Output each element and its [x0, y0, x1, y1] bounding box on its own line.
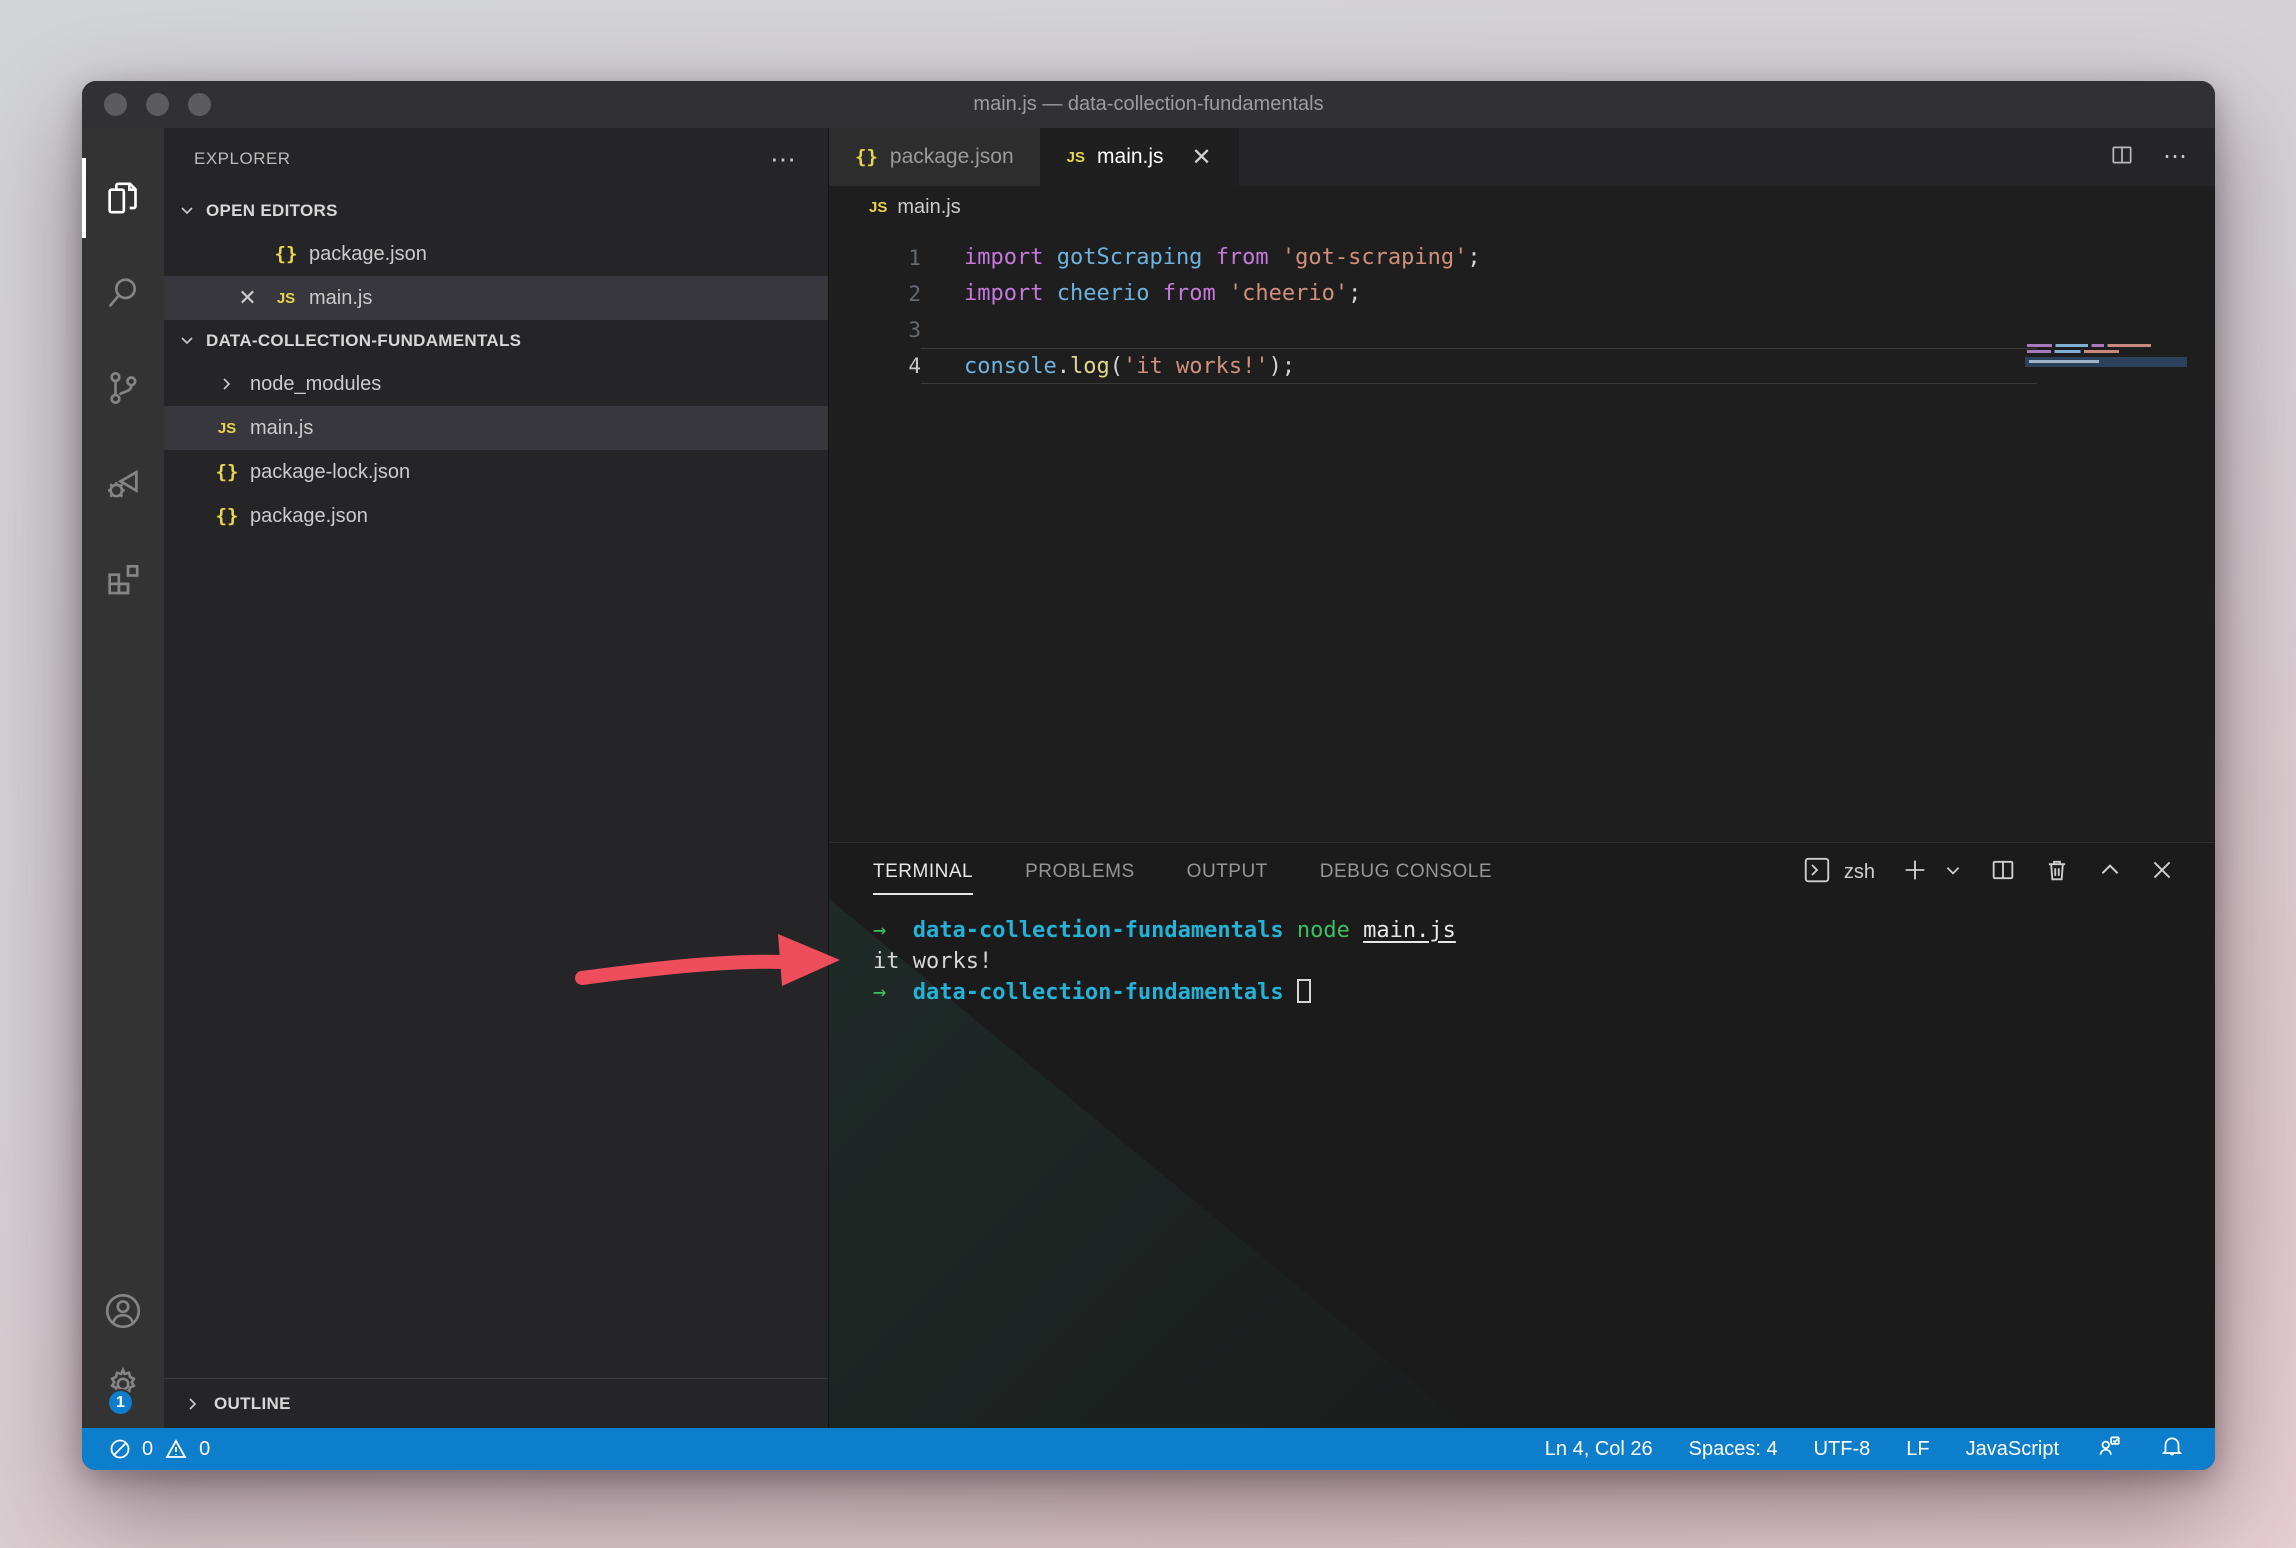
feedback-icon[interactable]: [2095, 1433, 2123, 1465]
errors-count: 0: [142, 1438, 153, 1461]
file-label: package.json: [309, 243, 427, 266]
file-label: package-lock.json: [250, 461, 410, 484]
status-item[interactable]: Ln 4, Col 26: [1545, 1438, 1653, 1461]
run-debug-icon[interactable]: [82, 435, 164, 530]
tab-label: package.json: [890, 145, 1014, 169]
errors-icon: [108, 1437, 132, 1461]
terminal-line: → data-collection-fundamentals node main…: [873, 915, 2215, 946]
json-icon: {}: [216, 461, 239, 483]
json-icon: {}: [275, 243, 298, 265]
tree-item-package.json[interactable]: {} package.json: [164, 494, 828, 538]
explorer-sidebar: EXPLORER ⋯ OPEN EDITORS {} package.json ✕ J…: [164, 128, 829, 1428]
shell-label[interactable]: zsh: [1844, 861, 1875, 884]
line-number: 4: [829, 348, 921, 384]
status-item[interactable]: UTF-8: [1814, 1438, 1871, 1461]
status-item[interactable]: JavaScript: [1966, 1438, 2059, 1461]
file-label: main.js: [250, 417, 313, 440]
tab-bar: {} package.json JS main.js ✕ ⋯: [829, 128, 2215, 186]
open-editors-header[interactable]: OPEN EDITORS: [164, 190, 828, 232]
maximize-panel-icon[interactable]: [2097, 857, 2123, 888]
settings-badge: 1: [107, 1389, 134, 1416]
line-number: 1: [829, 240, 921, 276]
split-editor-icon[interactable]: [2109, 142, 2135, 173]
js-icon: JS: [218, 420, 236, 437]
kill-terminal-icon[interactable]: [2043, 856, 2071, 889]
minimap[interactable]: [2025, 340, 2187, 374]
split-terminal-icon[interactable]: [1989, 856, 2017, 889]
code-editor[interactable]: 1import gotScraping from 'got-scraping';…: [829, 228, 2215, 842]
views-actions-icon[interactable]: ⋯: [770, 154, 798, 164]
source-control-icon[interactable]: [82, 340, 164, 435]
terminal-line: it works!: [873, 946, 2215, 977]
terminal-dropdown-icon[interactable]: [1943, 860, 1963, 885]
tab-main.js[interactable]: JS main.js ✕: [1041, 128, 1239, 186]
breadcrumb-file: main.js: [897, 196, 960, 219]
search-icon[interactable]: [82, 245, 164, 340]
breadcrumb[interactable]: JS main.js: [829, 186, 2215, 228]
js-icon: JS: [277, 290, 295, 307]
terminal-cursor: [1297, 979, 1311, 1003]
js-icon: JS: [1067, 149, 1085, 166]
status-item[interactable]: LF: [1906, 1438, 1929, 1461]
status-bar: 0 0 Ln 4, Col 26 Spaces: 4 UTF-8 LF JavaScri…: [82, 1428, 2215, 1470]
traffic-lights: [104, 93, 211, 116]
explorer-icon[interactable]: [82, 150, 164, 245]
close-panel-icon[interactable]: [2149, 857, 2175, 888]
panel-tab-output[interactable]: OUTPUT: [1187, 843, 1268, 901]
notifications-bell-icon[interactable]: [2159, 1433, 2185, 1465]
tree-item-main.js[interactable]: JS main.js: [164, 406, 828, 450]
code-line-4[interactable]: 4console.log('it works!');: [829, 348, 2215, 384]
accounts-icon[interactable]: [102, 1290, 144, 1337]
titlebar: main.js — data-collection-fundamentals: [82, 81, 2215, 128]
activity-bar: 1: [82, 128, 164, 1428]
outline-section-header[interactable]: OUTLINE: [164, 1378, 828, 1428]
status-item[interactable]: Spaces: 4: [1689, 1438, 1778, 1461]
code-line-2[interactable]: 2import cheerio from 'cheerio';: [829, 276, 2215, 312]
settings-gear-icon[interactable]: 1: [102, 1363, 144, 1410]
editor-group: {}package.jsonJSmain.js✕ ⋯ JS main.js 1i…: [829, 128, 2215, 1428]
warnings-count: 0: [199, 1438, 210, 1461]
file-label: main.js: [309, 287, 372, 310]
window-title: main.js — data-collection-fundamentals: [973, 93, 1323, 116]
problems-status[interactable]: 0 0: [108, 1437, 210, 1461]
line-number: 3: [829, 312, 921, 348]
chevron-right-icon: [218, 375, 236, 393]
desktop: main.js — data-collection-fundamentals: [0, 0, 2296, 1548]
panel-tab-debug-console[interactable]: DEBUG CONSOLE: [1320, 843, 1492, 901]
code-line-1[interactable]: 1import gotScraping from 'got-scraping';: [829, 240, 2215, 276]
close-window-button[interactable]: [104, 93, 127, 116]
open-editor-item-package.json[interactable]: {} package.json: [164, 232, 828, 276]
tab-package.json[interactable]: {} package.json: [829, 128, 1041, 186]
line-number: 2: [829, 276, 921, 312]
extensions-icon[interactable]: [82, 530, 164, 625]
file-label: package.json: [250, 505, 368, 528]
new-terminal-icon[interactable]: [1901, 856, 1929, 889]
file-label: node_modules: [250, 373, 381, 396]
sidebar-title: EXPLORER: [194, 149, 291, 169]
minimize-window-button[interactable]: [146, 93, 169, 116]
warnings-icon: [163, 1437, 189, 1461]
vscode-window: main.js — data-collection-fundamentals: [82, 81, 2215, 1470]
code-line-3[interactable]: 3: [829, 312, 2215, 348]
close-tab-icon[interactable]: ✕: [1192, 143, 1212, 172]
json-icon: {}: [216, 505, 239, 527]
terminal-line: → data-collection-fundamentals: [873, 977, 2215, 1008]
json-icon: {}: [855, 146, 878, 168]
close-icon[interactable]: ✕: [238, 285, 256, 311]
tab-label: main.js: [1097, 145, 1164, 169]
panel-tab-terminal[interactable]: TERMINAL: [873, 843, 973, 901]
js-icon: JS: [869, 199, 887, 216]
workspace-folder-header[interactable]: DATA-COLLECTION-FUNDAMENTALS: [164, 320, 828, 362]
terminal-panel: TERMINAL PROBLEMS OUTPUT DEBUG CONSOLE zsh: [829, 842, 2215, 1428]
tree-item-node_modules[interactable]: node_modules: [164, 362, 828, 406]
zoom-window-button[interactable]: [188, 93, 211, 116]
terminal-shell-icon: [1802, 855, 1832, 890]
panel-tab-problems[interactable]: PROBLEMS: [1025, 843, 1135, 901]
open-editor-item-main.js[interactable]: ✕ JS main.js: [164, 276, 828, 320]
terminal-output[interactable]: → data-collection-fundamentals node main…: [829, 901, 2215, 1008]
tree-item-package-lock.json[interactable]: {} package-lock.json: [164, 450, 828, 494]
editor-actions-icon[interactable]: ⋯: [2163, 152, 2189, 162]
